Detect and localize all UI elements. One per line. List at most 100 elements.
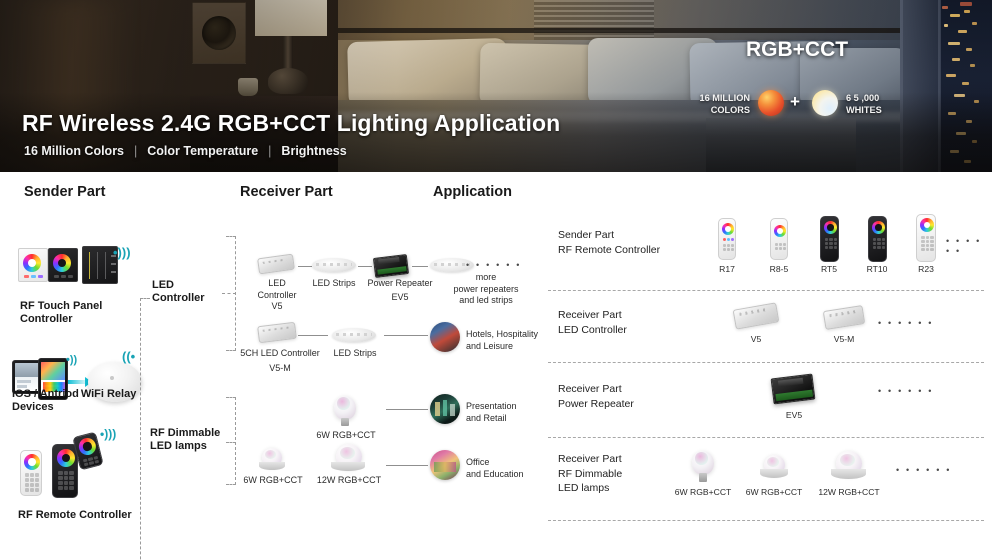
repeater-terminal-block — [377, 266, 408, 275]
repeater-top-plate — [378, 257, 400, 265]
connector-line — [412, 266, 428, 267]
led-controller-v5m-device — [257, 321, 297, 344]
ios-android-label: IOS / Antriod — [12, 388, 79, 400]
catalog-remote-r17[interactable] — [718, 218, 736, 260]
badge-row: 16 MILLION COLORS + 6 5 ,000 WHITES — [688, 86, 900, 128]
led-strip-device — [332, 328, 376, 342]
sender-branch-bracket — [140, 298, 150, 560]
hero-sub-temperature: Color Temperature — [147, 144, 259, 158]
lamp-color-tint — [264, 449, 277, 460]
catalog-item-label: 12W RGB+CCT — [818, 487, 880, 497]
catalog-more-dots: • • • • • • — [946, 236, 982, 256]
connector-line — [384, 335, 428, 336]
app-thumb-retail — [430, 394, 460, 424]
color-wheel-icon — [53, 254, 71, 272]
column-header-sender: Sender Part — [24, 184, 106, 200]
lamp-color-tint — [339, 446, 355, 459]
catalog-item-label: V5-M — [833, 334, 855, 344]
rf-remote-controller-label: RF Remote Controller — [18, 509, 132, 521]
more-items-dots: • • • • • • — [466, 260, 522, 270]
catalog-row-sender: Sender Part RF Remote Controller R17 R8- — [548, 210, 984, 290]
branch-led-controller-label: LED Controller — [152, 279, 205, 304]
connector-line — [386, 465, 428, 466]
wifi-signal-icon: ((• — [122, 349, 136, 364]
catalog-item-label: RT5 — [820, 264, 838, 274]
catalog-row-title: Receiver Part RF Dimmable LED lamps — [558, 453, 623, 494]
page-root: RF Wireless 2.4G RGB+CCT Lighting Applic… — [0, 0, 992, 560]
color-wheel-icon — [57, 449, 75, 467]
signal-arrow-icon — [68, 377, 92, 387]
hero-subtitle: 16 Million Colors | Color Temperature | … — [24, 144, 347, 158]
led-strips-label-1: LED Strips — [312, 278, 356, 288]
color-wheel-icon — [23, 254, 41, 272]
remote-keypad — [873, 238, 885, 249]
led-strips-label-2: LED Strips — [333, 348, 377, 358]
gu-lamp-12w-label: 12W RGB+CCT — [316, 475, 382, 485]
catalog-item-label: 6W RGB+CCT — [745, 487, 803, 497]
remote-keypad — [25, 473, 39, 492]
color-wheel-icon — [920, 218, 934, 232]
catalog-item-label: EV5 — [785, 410, 803, 420]
gu-lamp-base — [760, 469, 788, 478]
catalog-item-label: R8-5 — [769, 264, 789, 274]
catalog-row-dimmable-lamps: Receiver Part RF Dimmable LED lamps 6W R… — [548, 437, 984, 520]
connector-line — [298, 335, 328, 336]
catalog-more-dots: • • • • • • — [878, 318, 934, 328]
connector-line — [358, 266, 372, 267]
remote-keypad — [58, 471, 74, 490]
catalog-row-power-repeater: Receiver Part Power Repeater EV5 • • • •… — [548, 362, 984, 437]
led-bulb-6w-device — [334, 396, 356, 420]
app-thumb-office — [430, 450, 460, 480]
hero-sub-brightness: Brightness — [281, 144, 347, 158]
rgb-color-dot-icon — [758, 90, 784, 116]
rf-lamps-branch-bracket — [226, 397, 236, 485]
catalog-bulb-6w[interactable] — [692, 451, 714, 475]
catalog-remote-rt10[interactable] — [868, 216, 887, 262]
color-wheel-icon — [24, 454, 40, 470]
remote-keypad — [82, 455, 100, 467]
catalog-row-title: Receiver Part Power Repeater — [558, 383, 634, 410]
touch-panel-white — [18, 248, 48, 282]
gu-lamp-base — [259, 462, 285, 470]
bulb-6w-label: 6W RGB+CCT — [316, 430, 376, 440]
power-repeater-ev5-device — [372, 254, 410, 278]
rf-touch-panel-label: RF Touch Panel Controller — [20, 300, 103, 325]
remote-keypad — [921, 236, 934, 251]
led-controller-v5-label: LED Controller V5 — [257, 278, 297, 311]
lamp-color-tint — [766, 457, 780, 467]
color-wheel-icon — [77, 436, 98, 457]
power-repeater-label: Power Repeater EV5 — [367, 278, 433, 302]
catalog-row-title: Sender Part RF Remote Controller — [558, 229, 661, 256]
bulb-color-tint — [336, 397, 350, 410]
connector-line — [386, 409, 428, 410]
catalog-item-label: R23 — [918, 264, 934, 274]
catalog-item-label: V5 — [750, 334, 762, 344]
led-controller-v5-device — [257, 253, 295, 275]
connector-line — [298, 266, 312, 267]
hero-sub-divider: | — [134, 144, 138, 158]
catalog-controller-v5m[interactable] — [822, 304, 866, 331]
gu-lamp-base — [831, 469, 866, 479]
wifi-signal-icon: •)) — [66, 354, 78, 366]
led-strip-device — [312, 258, 356, 272]
plus-icon: + — [790, 92, 800, 111]
catalog-repeater-ev5[interactable] — [770, 373, 816, 405]
catalog-item-label: 6W RGB+CCT — [674, 487, 732, 497]
badge-colors-label: 16 MILLION COLORS — [699, 93, 750, 115]
wifi-relay-label-line1: WiFi Relay — [80, 388, 137, 400]
app-thumb-hotels — [430, 322, 460, 352]
column-header-receiver: Receiver Part — [240, 184, 333, 200]
remote-keypad — [723, 244, 734, 251]
catalog-remote-r23[interactable] — [916, 214, 936, 262]
repeater-terminal-block — [775, 389, 813, 402]
repeater-top-plate — [777, 377, 804, 387]
lamp-color-tint — [839, 453, 855, 466]
catalog-controller-v5[interactable] — [732, 302, 780, 330]
catalog-remote-r8-5[interactable] — [770, 218, 788, 260]
gu-lamp-base — [331, 462, 365, 471]
bulb-screw-base — [341, 418, 349, 426]
remote-keypad — [775, 243, 786, 250]
hero-banner: RF Wireless 2.4G RGB+CCT Lighting Applic… — [0, 0, 992, 172]
catalog-remote-rt5[interactable] — [820, 216, 839, 262]
catalog-item-label: RT10 — [866, 264, 888, 274]
